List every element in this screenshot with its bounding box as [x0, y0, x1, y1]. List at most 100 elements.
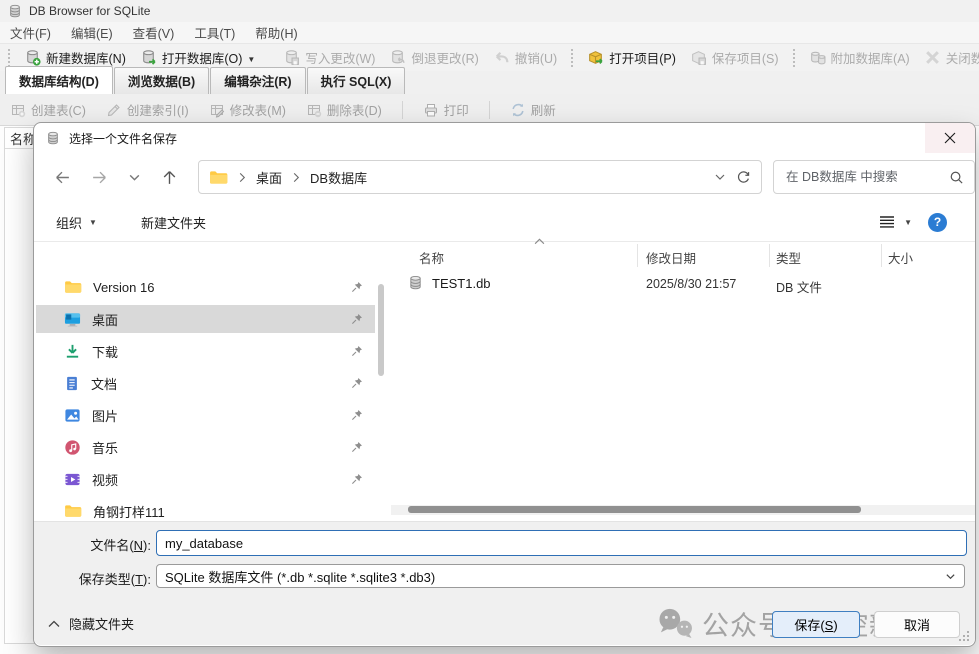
close-database-button[interactable]: 关闭数据库 — [924, 48, 979, 67]
dialog-navigation-bar: 桌面 DB数据库 — [34, 153, 975, 201]
chevron-up-icon — [48, 620, 60, 628]
download-icon — [64, 343, 81, 360]
create-index-button[interactable]: 创建索引(I) — [106, 100, 189, 119]
open-project-button[interactable]: 打开项目(P) — [587, 48, 676, 67]
column-divider[interactable] — [769, 244, 770, 267]
sort-ascending-icon[interactable] — [534, 238, 545, 245]
breadcrumb-desktop[interactable]: 桌面 — [256, 168, 282, 187]
menu-help[interactable]: 帮助(H) — [255, 23, 297, 42]
sidebar-scrollbar[interactable] — [378, 284, 384, 376]
tab-database-structure[interactable]: 数据库结构(D) — [5, 66, 113, 94]
sidebar-item-label: 角钢打样111 — [93, 502, 165, 521]
revert-changes-button[interactable]: 倒退更改(R) — [389, 48, 478, 67]
refresh-icon — [510, 102, 526, 118]
pictures-icon — [64, 407, 81, 424]
hide-folders-label: 隐藏文件夹 — [69, 614, 134, 633]
dialog-close-button[interactable] — [925, 123, 975, 153]
help-icon[interactable]: ? — [928, 213, 947, 232]
refresh-button[interactable]: 刷新 — [510, 100, 556, 119]
button-label: 保存项目(S) — [712, 48, 779, 67]
menubar: 文件(F) 编辑(E) 查看(V) 工具(T) 帮助(H) — [0, 22, 979, 44]
column-header-type[interactable]: 类型 — [776, 248, 801, 267]
view-mode-caret-icon: ▼ — [904, 218, 912, 227]
column-header-name[interactable]: 名称 — [419, 248, 444, 267]
organize-caret-icon: ▼ — [89, 218, 97, 227]
address-dropdown-chevron-icon[interactable] — [714, 171, 726, 183]
column-header-modified[interactable]: 修改日期 — [646, 248, 696, 267]
menu-file[interactable]: 文件(F) — [10, 23, 51, 42]
wechat-icon — [656, 607, 694, 639]
save-project-button[interactable]: 保存项目(S) — [690, 48, 779, 67]
search-box[interactable] — [773, 160, 975, 194]
attach-database-button[interactable]: 附加数据库(A) — [809, 48, 910, 67]
modify-table-icon — [209, 102, 225, 118]
hide-folders-button[interactable]: 隐藏文件夹 — [48, 614, 134, 633]
column-header-size[interactable]: 大小 — [888, 248, 913, 267]
document-icon — [64, 375, 80, 392]
create-index-icon — [106, 102, 122, 118]
create-table-button[interactable]: 创建表(C) — [10, 100, 86, 119]
sidebar-item-label: 音乐 — [92, 438, 118, 457]
write-changes-icon — [283, 49, 300, 66]
search-icon[interactable] — [949, 170, 964, 185]
resize-grip-icon[interactable] — [959, 630, 970, 641]
tab-execute-sql[interactable]: 执行 SQL(X) — [307, 67, 406, 94]
sidebar-item-label: 文档 — [91, 374, 117, 393]
file-modified-date: 2025/8/30 21:57 — [646, 277, 736, 291]
sidebar-item-desktop[interactable]: 桌面 — [36, 305, 375, 333]
dialog-body: Version 16 桌面 下载 文档 图片 — [34, 242, 975, 521]
new-folder-button[interactable]: 新建文件夹 — [141, 213, 206, 232]
sidebar-item-version16[interactable]: Version 16 — [36, 273, 375, 301]
sidebar-item-pictures[interactable]: 图片 — [36, 401, 375, 429]
refresh-address-icon[interactable] — [736, 170, 751, 185]
print-button[interactable]: 打印 — [423, 100, 469, 119]
savetype-select[interactable]: SQLite 数据库文件 (*.db *.sqlite *.sqlite3 *.… — [156, 564, 965, 588]
search-input[interactable] — [784, 169, 949, 185]
button-label: 打印 — [444, 100, 469, 119]
new-database-button[interactable]: 新建数据库(N) — [24, 48, 126, 67]
forward-icon[interactable] — [91, 169, 108, 186]
organize-button[interactable]: 组织 ▼ — [56, 213, 97, 232]
save-button[interactable]: 保存(S) — [772, 611, 860, 638]
button-label: 打开项目(P) — [609, 48, 676, 67]
sidebar-item-music[interactable]: 音乐 — [36, 433, 375, 461]
revert-changes-icon — [389, 49, 406, 66]
dialog-command-bar: 组织 ▼ 新建文件夹 ▼ ? — [34, 203, 975, 242]
recent-locations-chevron-icon[interactable] — [128, 171, 141, 184]
back-icon[interactable] — [54, 169, 71, 186]
tab-browse-data[interactable]: 浏览数据(B) — [114, 67, 209, 94]
view-mode-button[interactable]: ▼ — [879, 215, 912, 229]
filename-input[interactable] — [156, 530, 967, 556]
undo-button[interactable]: 撤销(U) — [493, 48, 557, 67]
file-list-hscrollbar-thumb[interactable] — [408, 506, 861, 513]
menu-edit[interactable]: 编辑(E) — [71, 23, 113, 42]
dialog-title: 选择一个文件名保存 — [69, 130, 177, 147]
column-divider[interactable] — [881, 244, 882, 267]
delete-table-button[interactable]: 删除表(D) — [306, 100, 382, 119]
open-database-dropdown-caret[interactable]: ▼ — [247, 55, 255, 64]
sidebar-item-documents[interactable]: 文档 — [36, 369, 375, 397]
sidebar-item-videos[interactable]: 视频 — [36, 465, 375, 493]
column-divider[interactable] — [637, 244, 638, 267]
up-icon[interactable] — [161, 169, 178, 186]
filename-label: 文件名(N): — [34, 535, 151, 554]
new-database-icon — [24, 49, 41, 66]
open-database-button[interactable]: 打开数据库(O) ▼ — [140, 48, 255, 67]
cancel-button[interactable]: 取消 — [874, 611, 960, 638]
db-file-icon — [408, 275, 423, 290]
modify-table-button[interactable]: 修改表(M) — [209, 100, 286, 119]
chevron-right-icon — [292, 172, 300, 183]
tab-edit-pragmas[interactable]: 编辑杂注(R) — [210, 67, 305, 94]
organize-label: 组织 — [56, 213, 82, 232]
toolbar-grip — [793, 49, 795, 67]
address-bar[interactable]: 桌面 DB数据库 — [198, 160, 762, 194]
menu-view[interactable]: 查看(V) — [133, 23, 175, 42]
pin-icon — [351, 473, 363, 485]
print-icon — [423, 102, 439, 118]
breadcrumb-db-folder[interactable]: DB数据库 — [310, 168, 367, 187]
view-controls: ▼ ? — [879, 213, 947, 232]
toolbar-grip — [571, 49, 573, 67]
write-changes-button[interactable]: 写入更改(W) — [283, 48, 375, 67]
sidebar-item-downloads[interactable]: 下载 — [36, 337, 375, 365]
menu-tools[interactable]: 工具(T) — [194, 23, 235, 42]
